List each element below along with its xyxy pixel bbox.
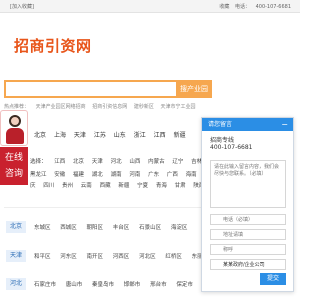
avatar-body <box>6 128 24 144</box>
district-link[interactable]: 红桥区 <box>165 254 182 260</box>
minimize-icon[interactable]: − <box>281 118 288 131</box>
district-link[interactable]: 西城区 <box>60 225 77 231</box>
district-list: 石家庄市 唐山市 秦皇岛市 邯郸市 邢台市 保定市 <box>34 280 201 288</box>
province-link[interactable]: 海南 <box>186 172 197 178</box>
company-field[interactable] <box>210 259 286 270</box>
province-row: 选择： 江西 北京 天津 河北 山西 内蒙古 辽宁 吉林 <box>30 157 208 165</box>
city-link[interactable]: 浙江 <box>134 132 146 139</box>
panel-header: 请您留言 − <box>202 118 293 131</box>
search-button[interactable]: 搜产业园 <box>176 80 212 98</box>
province-link[interactable]: 甘肃 <box>175 183 186 189</box>
province-row: 庆 四川 贵州 云南 西藏 新疆 宁夏 青海 甘肃 陕西 <box>30 181 210 189</box>
district-link[interactable]: 东城区 <box>34 225 51 231</box>
message-panel: 请您留言 − 招商专线 400-107-6681 ☏ ⌂ ☺ ▣ 提交 <box>201 117 294 292</box>
top-bar: [加入收藏] 收藏 电话： 400-107-6681 <box>0 0 300 13</box>
province-link[interactable]: 北京 <box>73 159 84 165</box>
district-link[interactable]: 河西区 <box>113 254 130 260</box>
phone-field[interactable] <box>210 214 286 225</box>
province-link[interactable]: 云南 <box>81 183 92 189</box>
hotline-number: 400-107-6681 <box>210 144 253 151</box>
hot-link[interactable]: 招商引资信息网 <box>92 104 127 110</box>
province-link[interactable]: 宁夏 <box>137 183 148 189</box>
province-link[interactable]: 庆 <box>30 183 36 189</box>
province-row: 黑龙江 安徽 福建 湖北 湖南 河南 广东 广西 海南 <box>30 170 203 178</box>
district-link[interactable]: 河东区 <box>60 254 77 260</box>
district-link[interactable]: 南开区 <box>87 254 104 260</box>
district-link[interactable]: 海淀区 <box>171 225 188 231</box>
district-link[interactable]: 石景山区 <box>139 225 161 231</box>
province-link[interactable]: 四川 <box>43 183 54 189</box>
province-link[interactable]: 湖南 <box>111 172 122 178</box>
submit-button[interactable]: 提交 <box>260 273 286 285</box>
province-link[interactable]: 河北 <box>111 159 122 165</box>
province-link[interactable]: 江西 <box>54 159 65 165</box>
province-link[interactable]: 湖北 <box>92 172 103 178</box>
hot-link[interactable]: 天津产业园区网络招商 <box>36 104 86 110</box>
city-link[interactable]: 新疆 <box>174 132 186 139</box>
city-link[interactable]: 山东 <box>114 132 126 139</box>
province-link[interactable]: 安徽 <box>54 172 65 178</box>
avatar-head <box>9 115 21 127</box>
district-link[interactable]: 和平区 <box>34 254 51 260</box>
message-textarea[interactable] <box>210 160 286 208</box>
province-link[interactable]: 贵州 <box>62 183 73 189</box>
province-link[interactable]: 福建 <box>73 172 84 178</box>
service-avatar[interactable] <box>0 110 28 146</box>
hotline-label: 招商专线 <box>210 137 235 144</box>
address-field[interactable] <box>210 229 286 240</box>
district-link[interactable]: 秦皇岛市 <box>92 282 114 288</box>
bookmark-link[interactable]: 收藏 <box>219 4 229 10</box>
district-link[interactable]: 石家庄市 <box>34 282 56 288</box>
city-link[interactable]: 天津 <box>74 132 86 139</box>
province-link[interactable]: 青海 <box>156 183 167 189</box>
district-link[interactable]: 邢台市 <box>150 282 167 288</box>
divider <box>4 207 209 208</box>
province-link[interactable]: 天津 <box>92 159 103 165</box>
district-link[interactable]: 河北区 <box>139 254 156 260</box>
region-label[interactable]: 天津 <box>6 250 26 262</box>
hot-link[interactable]: 天津市宁工业园 <box>160 104 195 110</box>
district-link[interactable]: 唐山市 <box>66 282 83 288</box>
province-link[interactable]: 河南 <box>129 172 140 178</box>
hot-link[interactable]: 建秒新区 <box>134 104 154 110</box>
district-link[interactable]: 邯郸市 <box>124 282 141 288</box>
province-link[interactable]: 辽宁 <box>172 159 183 165</box>
city-link[interactable]: 北京 <box>34 132 46 139</box>
phone-label: 电话： <box>234 4 250 10</box>
district-link[interactable]: 朝阳区 <box>87 225 104 231</box>
city-nav: 北京 上海 天津 江苏 山东 浙江 江西 新疆 <box>34 130 192 139</box>
site-logo[interactable]: 招商引资网 <box>14 35 92 56</box>
district-link[interactable]: 保定市 <box>176 282 193 288</box>
region-label[interactable]: 河北 <box>6 278 26 290</box>
province-link[interactable]: 广东 <box>148 172 159 178</box>
province-link[interactable]: 山西 <box>129 159 140 165</box>
topbar-contact: 收藏 电话： 400-107-6681 <box>215 3 291 10</box>
district-list: 东城区 西城区 朝阳区 丰台区 石景山区 海淀区 <box>34 223 195 231</box>
province-link[interactable]: 广西 <box>167 172 178 178</box>
panel-title: 请您留言 <box>208 121 233 128</box>
district-list: 和平区 河东区 南开区 河西区 河北区 红桥区 东丽区 <box>34 252 216 260</box>
district-link[interactable]: 丰台区 <box>113 225 130 231</box>
city-link[interactable]: 上海 <box>54 132 66 139</box>
province-link[interactable]: 新疆 <box>118 183 129 189</box>
province-link[interactable]: 黑龙江 <box>30 172 47 178</box>
online-consult-button[interactable]: 在线 咨询 <box>0 147 28 185</box>
province-link: 选择： <box>30 159 47 165</box>
city-link[interactable]: 江西 <box>154 132 166 139</box>
province-link[interactable]: 内蒙古 <box>148 159 165 165</box>
add-favorite-link[interactable]: [加入收藏] <box>10 3 34 10</box>
name-field[interactable] <box>210 244 286 255</box>
hot-recommend: 热点推荐： 天津产业园区网络招商 招商引资信息网 建秒新区 天津市宁工业园 <box>4 103 200 110</box>
province-link[interactable]: 西藏 <box>100 183 111 189</box>
region-label[interactable]: 北京 <box>6 221 26 233</box>
phone-number: 400-107-6681 <box>255 4 291 10</box>
city-link[interactable]: 江苏 <box>94 132 106 139</box>
